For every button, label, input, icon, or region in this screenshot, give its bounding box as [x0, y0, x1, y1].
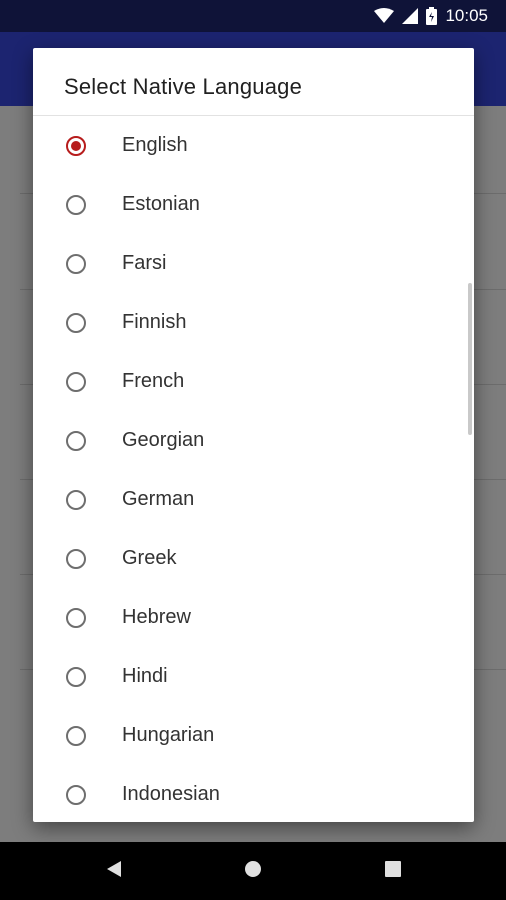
home-icon	[244, 860, 262, 883]
home-button[interactable]	[223, 842, 283, 900]
language-label: Indonesian	[122, 783, 220, 805]
radio-unchecked-icon[interactable]	[66, 312, 86, 333]
language-label: Greek	[122, 547, 177, 569]
recents-icon	[385, 860, 401, 882]
language-option-german[interactable]: German	[33, 470, 474, 529]
language-option-estonian[interactable]: Estonian	[33, 175, 474, 234]
language-label: French	[122, 370, 185, 392]
dialog-title: Select Native Language	[64, 74, 303, 99]
language-label: Hindi	[122, 665, 168, 687]
language-option-greek[interactable]: Greek	[33, 529, 474, 588]
nav-bar	[0, 842, 506, 900]
dialog-scrollbar[interactable]	[468, 283, 472, 435]
radio-unchecked-icon[interactable]	[66, 666, 86, 687]
radio-unchecked-icon[interactable]	[66, 725, 86, 746]
language-option-finnish[interactable]: Finnish	[33, 293, 474, 352]
language-label: Hebrew	[122, 606, 191, 628]
status-bar: 10:05	[0, 0, 506, 32]
radio-unchecked-icon[interactable]	[66, 548, 86, 569]
language-option-hungarian[interactable]: Hungarian	[33, 706, 474, 765]
language-option-english[interactable]: English	[33, 116, 474, 175]
language-option-georgian[interactable]: Georgian	[33, 411, 474, 470]
language-label: Estonian	[122, 193, 200, 215]
battery-icon	[426, 7, 438, 25]
radio-unchecked-icon[interactable]	[66, 489, 86, 510]
language-option-farsi[interactable]: Farsi	[33, 234, 474, 293]
radio-unchecked-icon[interactable]	[66, 371, 86, 392]
radio-unchecked-icon[interactable]	[66, 194, 86, 215]
back-icon	[106, 860, 122, 883]
language-label: German	[122, 488, 195, 510]
cell-signal-icon	[402, 8, 419, 24]
radio-unchecked-icon[interactable]	[66, 607, 86, 628]
radio-unchecked-icon[interactable]	[66, 253, 86, 274]
language-label: Finnish	[122, 311, 187, 333]
language-option-hindi[interactable]: Hindi	[33, 647, 474, 706]
radio-unchecked-icon[interactable]	[66, 784, 86, 805]
language-list: English Estonian Farsi Finnish French Ge…	[33, 116, 474, 822]
language-option-hebrew[interactable]: Hebrew	[33, 588, 474, 647]
recents-button[interactable]	[363, 842, 423, 900]
language-option-french[interactable]: French	[33, 352, 474, 411]
language-label: Farsi	[122, 252, 167, 274]
language-dialog: Select Native Language English Estonian …	[33, 48, 474, 822]
language-label: Hungarian	[122, 724, 215, 746]
radio-checked-icon[interactable]	[66, 135, 86, 156]
wifi-icon	[374, 8, 395, 24]
language-option-indonesian[interactable]: Indonesian	[33, 765, 474, 822]
language-label: English	[122, 134, 188, 156]
radio-unchecked-icon[interactable]	[66, 430, 86, 451]
language-label: Georgian	[122, 429, 205, 451]
status-time: 10:05	[445, 6, 488, 25]
back-button[interactable]	[84, 842, 144, 900]
